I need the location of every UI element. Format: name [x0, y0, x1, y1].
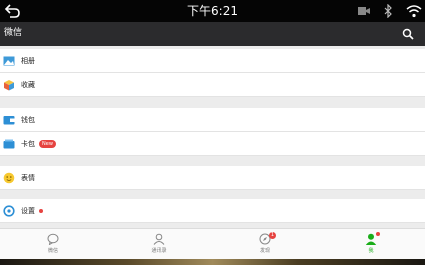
notification-dot — [376, 232, 380, 236]
tab-discover[interactable]: 1 发现 — [212, 229, 318, 260]
app-bar: 微信 — [0, 22, 425, 46]
device-bottom-edge — [0, 259, 425, 265]
menu-item-label: 卡包 — [21, 140, 35, 148]
wallet-icon — [3, 116, 15, 125]
status-bar: 下午6:21 — [0, 0, 425, 22]
bottom-tab-bar: 微信 通讯录 1 发现 我 — [0, 228, 425, 259]
tab-me[interactable]: 我 — [318, 229, 424, 260]
bluetooth-icon — [384, 4, 392, 18]
menu-item-stickers[interactable]: 表情 — [0, 166, 425, 190]
tab-label: 我 — [368, 248, 374, 254]
menu-item-settings[interactable]: 设置 — [0, 199, 425, 223]
tab-label: 微信 — [47, 248, 58, 254]
video-call-icon — [358, 7, 370, 15]
card-pack-icon — [3, 139, 15, 149]
menu-item-wallet[interactable]: 钱包 — [0, 108, 425, 132]
new-badge: New — [39, 140, 56, 148]
contacts-icon — [153, 233, 165, 245]
page-title: 微信 — [4, 28, 23, 38]
menu-item-label: 表情 — [21, 174, 35, 182]
tab-contacts[interactable]: 通讯录 — [106, 229, 212, 260]
favorites-cube-icon — [4, 80, 14, 91]
tab-label: 通讯录 — [151, 248, 167, 254]
menu-item-label: 钱包 — [21, 116, 35, 124]
menu-item-cards[interactable]: 卡包 New — [0, 132, 425, 156]
unread-count-badge: 1 — [269, 232, 276, 239]
menu-item-favorites[interactable]: 收藏 — [0, 73, 425, 97]
sticker-smiley-icon — [3, 172, 15, 184]
notification-dot — [39, 209, 43, 213]
menu-item-label: 设置 — [21, 207, 35, 215]
tab-label: 发现 — [259, 248, 270, 254]
wifi-icon — [406, 5, 422, 18]
menu-item-label: 收藏 — [21, 81, 35, 89]
search-icon[interactable] — [402, 28, 414, 40]
tab-chats[interactable]: 微信 — [0, 229, 106, 260]
settings-gear-icon — [3, 205, 15, 217]
menu-item-label: 相册 — [21, 57, 35, 65]
menu-item-album[interactable]: 相册 — [0, 49, 425, 73]
album-icon — [3, 56, 15, 66]
chat-bubble-icon — [47, 233, 59, 245]
